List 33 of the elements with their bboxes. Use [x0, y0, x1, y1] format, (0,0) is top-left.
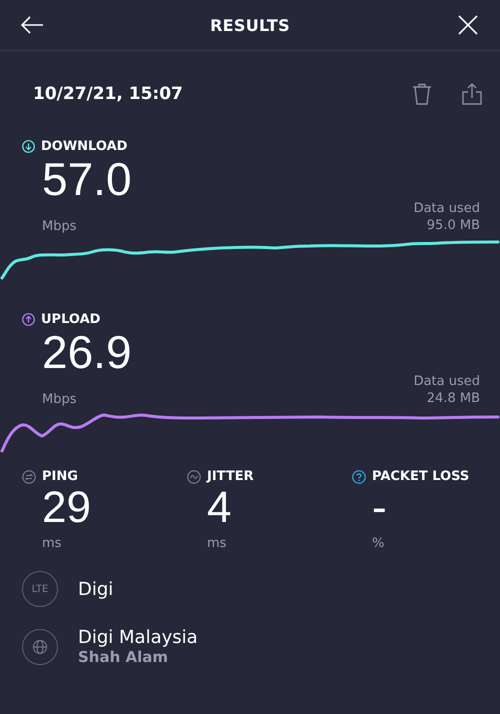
help-icon[interactable] — [352, 470, 366, 484]
speed-value: 26.9 — [41, 327, 133, 377]
data-used-value: 95.0 MB — [426, 217, 480, 234]
globe-icon — [22, 628, 58, 664]
trash-icon[interactable] — [412, 83, 432, 105]
close-icon — [456, 14, 479, 36]
metric-value: - — [371, 484, 388, 532]
metric-label: PACKET LOSS — [372, 469, 470, 484]
wave-icon — [187, 470, 201, 484]
speed-unit: Mbps — [42, 219, 76, 234]
back-arrow-icon — [20, 15, 44, 35]
data-used-label: Data used — [414, 200, 480, 217]
screen-title: RESULTS — [210, 16, 290, 34]
data-used-value: 24.8 MB — [426, 390, 480, 407]
ping-icon — [22, 470, 36, 484]
provider-name: Digi — [78, 578, 114, 600]
share-icon[interactable] — [462, 83, 482, 105]
metric-value: 29 — [41, 484, 92, 532]
metric-label: PING — [42, 469, 78, 484]
test-label: UPLOAD — [41, 312, 100, 327]
data-used-label: Data used — [414, 373, 480, 390]
metric-unit: % — [371, 536, 386, 551]
speed-unit: Mbps — [42, 392, 76, 407]
network-badge: LTE — [22, 571, 58, 607]
test-label: DOWNLOAD — [41, 139, 128, 154]
server-name: Digi Malaysia — [78, 627, 198, 648]
metric-unit: ms — [206, 536, 228, 551]
result-timestamp: 10/27/21, 15:07 — [33, 84, 183, 104]
metric-unit: ms — [41, 536, 62, 551]
speed-value: 57.0 — [41, 154, 133, 204]
server-location: Shah Alam — [78, 648, 170, 666]
metric-value: 4 — [206, 484, 232, 532]
metric-label: JITTER — [207, 469, 254, 484]
